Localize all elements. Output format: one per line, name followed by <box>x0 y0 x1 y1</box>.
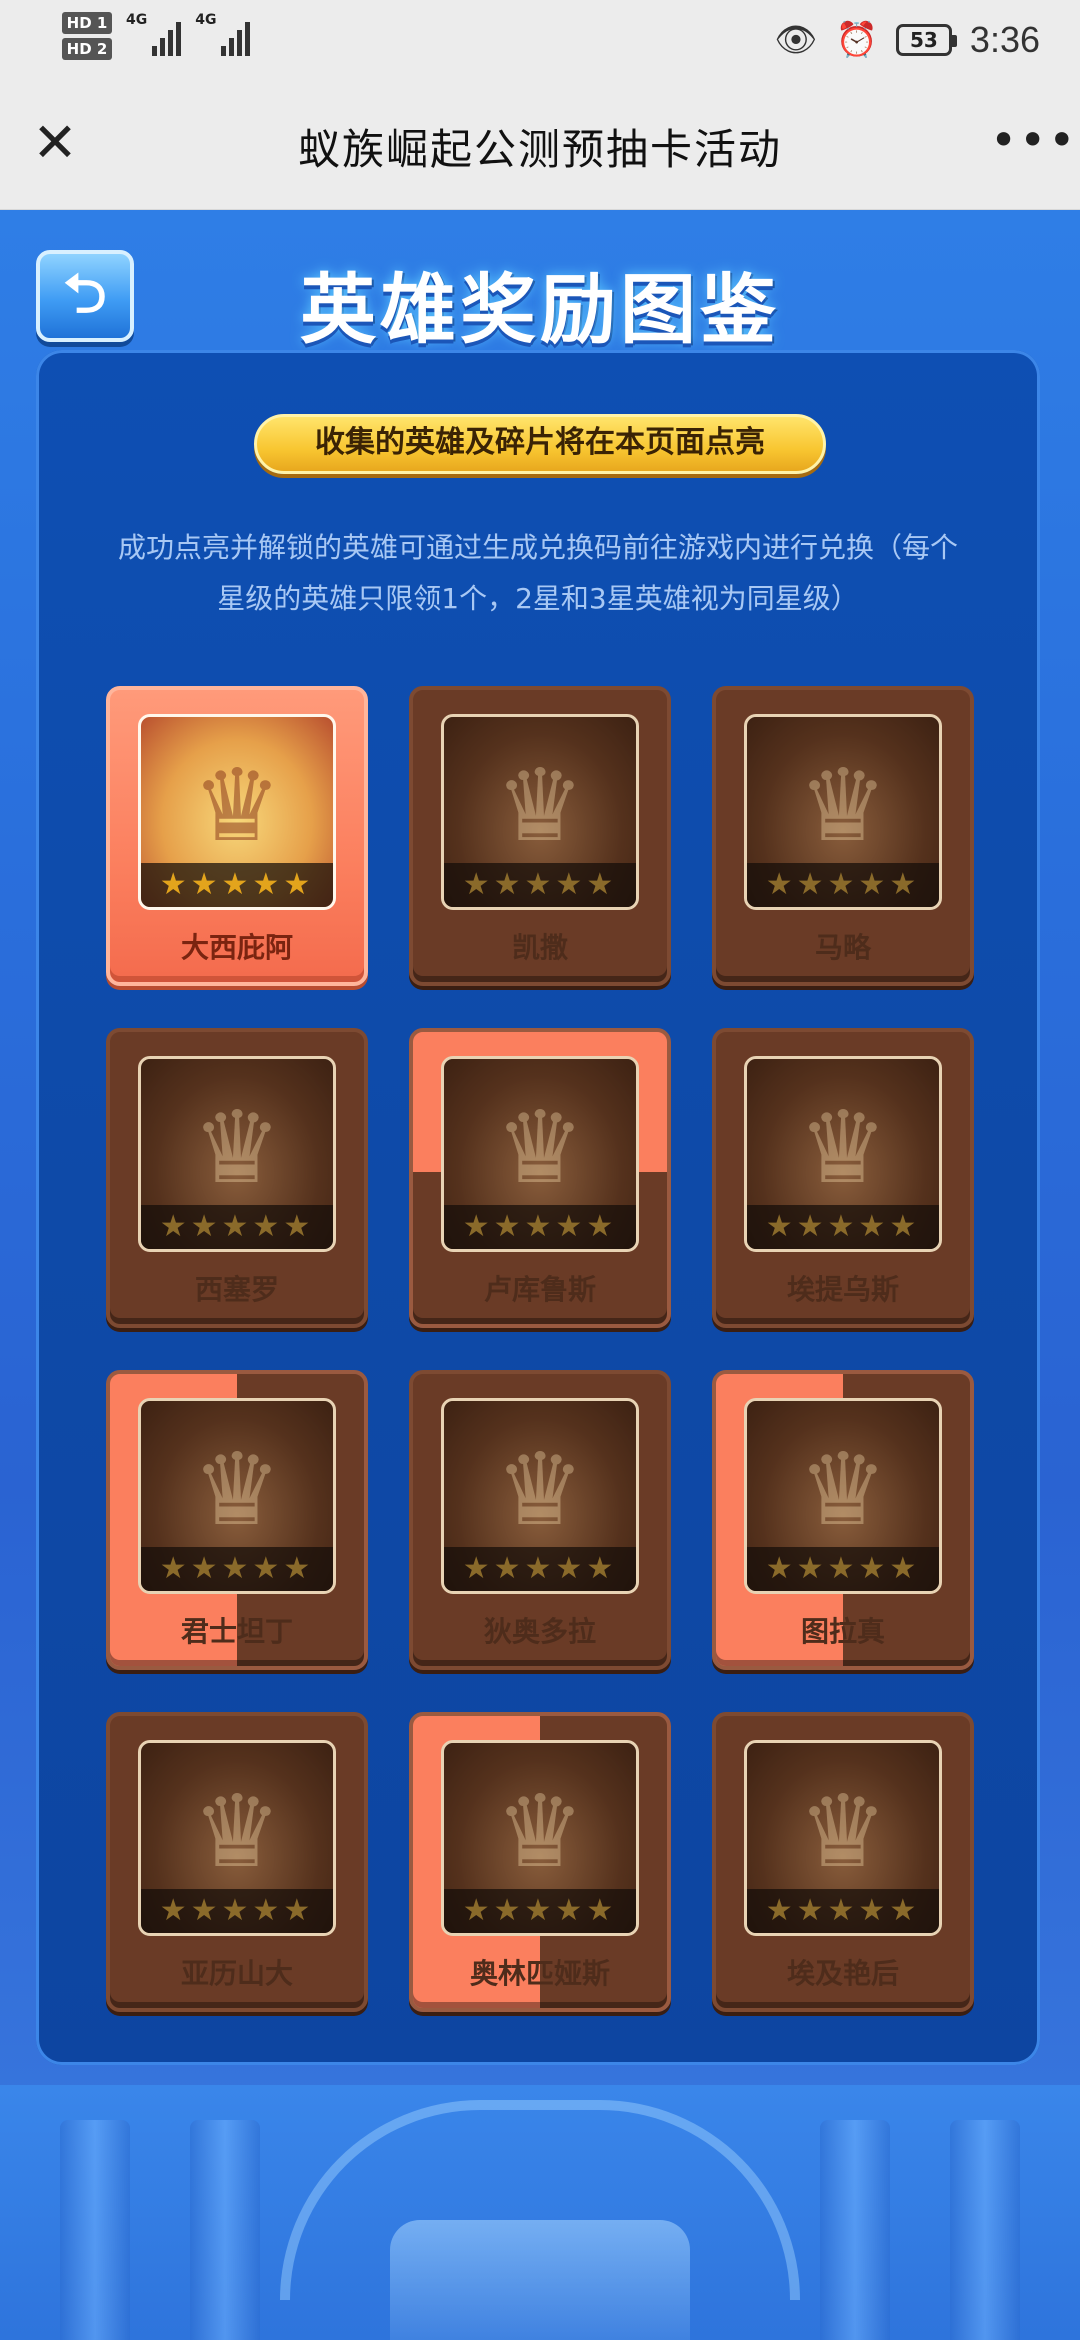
star-rating: ★★★★★ <box>444 1547 636 1591</box>
hero-portrait-icon: ♛ <box>495 1431 585 1548</box>
pillar-decoration <box>190 2120 260 2340</box>
hero-portrait: ♛ ★★★★★ <box>138 1398 336 1594</box>
star-rating: ★★★★★ <box>444 863 636 907</box>
hero-portrait-icon: ♛ <box>798 1773 888 1890</box>
star-rating: ★★★★★ <box>444 1889 636 1933</box>
hero-card-11[interactable]: ♛ ★★★★★ 埃及艳后 <box>712 1712 974 2012</box>
hero-card-7[interactable]: ♛ ★★★★★ 狄奥多拉 <box>409 1370 671 1670</box>
star-rating: ★★★★★ <box>444 1205 636 1249</box>
hero-name: 卢库鲁斯 <box>483 1273 596 1306</box>
close-button[interactable]: ✕ <box>30 116 80 170</box>
hero-portrait: ♛ ★★★★★ <box>441 714 639 910</box>
hero-name: 奥林匹娅斯 <box>469 1957 610 1990</box>
hero-portrait-icon: ♛ <box>798 1431 888 1548</box>
hero-card-1[interactable]: ♛ ★★★★★ 凯撒 <box>409 686 671 986</box>
hero-name: 大西庇阿 <box>180 931 293 964</box>
hero-portrait-icon: ♛ <box>192 1773 282 1890</box>
hero-name: 埃及艳后 <box>786 1957 899 1990</box>
sim1-signal-icon: 4G <box>126 12 182 56</box>
star-rating: ★★★★★ <box>747 1205 939 1249</box>
alarm-icon: ⏰ <box>835 20 878 60</box>
hero-name: 埃提乌斯 <box>786 1273 899 1306</box>
clock: 3:36 <box>969 19 1040 60</box>
hero-portrait-icon: ♛ <box>192 747 282 864</box>
hero-name: 马略 <box>814 931 871 964</box>
sim2-hd-tag: HD 2 <box>62 38 112 60</box>
page-title: 蚁族崛起公测预抽卡活动 <box>297 125 782 174</box>
hero-portrait-icon: ♛ <box>798 747 888 864</box>
hero-name: 凯撒 <box>511 931 568 964</box>
status-right: 👁 ⏰ 53 3:36 <box>774 18 1040 62</box>
star-rating: ★★★★★ <box>747 1889 939 1933</box>
hero-name: 君士坦丁 <box>180 1615 293 1648</box>
hero-portrait: ♛ ★★★★★ <box>744 1398 942 1594</box>
hero-card-0[interactable]: ♛ ★★★★★ 大西庇阿 <box>106 686 368 986</box>
star-rating: ★★★★★ <box>141 863 333 907</box>
hero-portrait-icon: ♛ <box>495 747 585 864</box>
hero-card-8[interactable]: ♛ ★★★★★ 图拉真 <box>712 1370 974 1670</box>
hero-portrait: ♛ ★★★★★ <box>441 1740 639 1936</box>
hero-portrait-icon: ♛ <box>495 1089 585 1206</box>
throne-decoration <box>390 2220 690 2340</box>
signal-group: HD 1 HD 2 4G 4G <box>62 12 251 60</box>
hero-card-6[interactable]: ♛ ★★★★★ 君士坦丁 <box>106 1370 368 1670</box>
eye-icon: 👁 <box>774 20 818 60</box>
star-rating: ★★★★★ <box>747 863 939 907</box>
hero-portrait: ♛ ★★★★★ <box>138 1056 336 1252</box>
pillar-decoration <box>60 2120 130 2340</box>
main-content: ⮌ 英雄奖励图鉴 收集的英雄及碎片将在本页面点亮 成功点亮并解锁的英雄可通过生成… <box>0 210 1080 2340</box>
sim1-net-label: 4G <box>126 12 148 28</box>
description-text: 成功点亮并解锁的英雄可通过生成兑换码前往游戏内进行兑换（每个星级的英雄只限领1个… <box>117 531 958 615</box>
hero-card-10[interactable]: ♛ ★★★★★ 奥林匹娅斯 <box>409 1712 671 2012</box>
hero-name: 西塞罗 <box>194 1273 279 1306</box>
close-icon: ✕ <box>32 111 78 174</box>
sim2-net-label: 4G <box>195 12 217 28</box>
hero-portrait: ♛ ★★★★★ <box>441 1398 639 1594</box>
back-button[interactable]: ⮌ <box>36 250 134 342</box>
sim2-signal-icon: 4G <box>195 12 251 56</box>
hero-name: 亚历山大 <box>180 1957 293 1990</box>
info-pill: 收集的英雄及碎片将在本页面点亮 <box>254 414 826 474</box>
hero-card-9[interactable]: ♛ ★★★★★ 亚历山大 <box>106 1712 368 2012</box>
hero-card-4[interactable]: ♛ ★★★★★ 卢库鲁斯 <box>409 1028 671 1328</box>
hero-portrait-icon: ♛ <box>192 1089 282 1206</box>
star-rating: ★★★★★ <box>747 1547 939 1591</box>
palace-background <box>0 2085 1080 2340</box>
hero-portrait: ♛ ★★★★★ <box>138 1740 336 1936</box>
back-icon: ⮌ <box>63 262 107 325</box>
hero-card-3[interactable]: ♛ ★★★★★ 西塞罗 <box>106 1028 368 1328</box>
battery-icon: 53 <box>895 24 957 56</box>
hero-portrait-icon: ♛ <box>798 1089 888 1206</box>
hero-name: 图拉真 <box>800 1615 885 1648</box>
hero-portrait-icon: ♛ <box>192 1431 282 1548</box>
hero-portrait: ♛ ★★★★★ <box>744 1056 942 1252</box>
hero-card-2[interactable]: ♛ ★★★★★ 马略 <box>712 686 974 986</box>
star-rating: ★★★★★ <box>141 1889 333 1933</box>
hero-portrait: ♛ ★★★★★ <box>138 714 336 910</box>
star-rating: ★★★★★ <box>141 1205 333 1249</box>
app-titlebar: ✕ 蚁族崛起公测预抽卡活动 ••• <box>0 80 1080 210</box>
sim1-hd-tag: HD 1 <box>62 12 112 34</box>
hero-portrait: ♛ ★★★★★ <box>744 714 942 910</box>
status-bar: HD 1 HD 2 4G 4G 👁 ⏰ 53 3:36 <box>0 0 1080 80</box>
more-button[interactable]: ••• <box>990 117 1075 170</box>
hero-portrait-icon: ♛ <box>495 1773 585 1890</box>
hero-card-5[interactable]: ♛ ★★★★★ 埃提乌斯 <box>712 1028 974 1328</box>
star-rating: ★★★★★ <box>141 1547 333 1591</box>
more-icon: ••• <box>990 113 1078 167</box>
pillar-decoration <box>950 2120 1020 2340</box>
hero-name: 狄奥多拉 <box>483 1615 596 1648</box>
hero-collection-panel: 收集的英雄及碎片将在本页面点亮 成功点亮并解锁的英雄可通过生成兑换码前往游戏内进… <box>36 350 1040 2065</box>
hero-portrait: ♛ ★★★★★ <box>441 1056 639 1252</box>
pillar-decoration <box>820 2120 890 2340</box>
hero-portrait: ♛ ★★★★★ <box>744 1740 942 1936</box>
section-title: 英雄奖励图鉴 <box>300 265 780 354</box>
